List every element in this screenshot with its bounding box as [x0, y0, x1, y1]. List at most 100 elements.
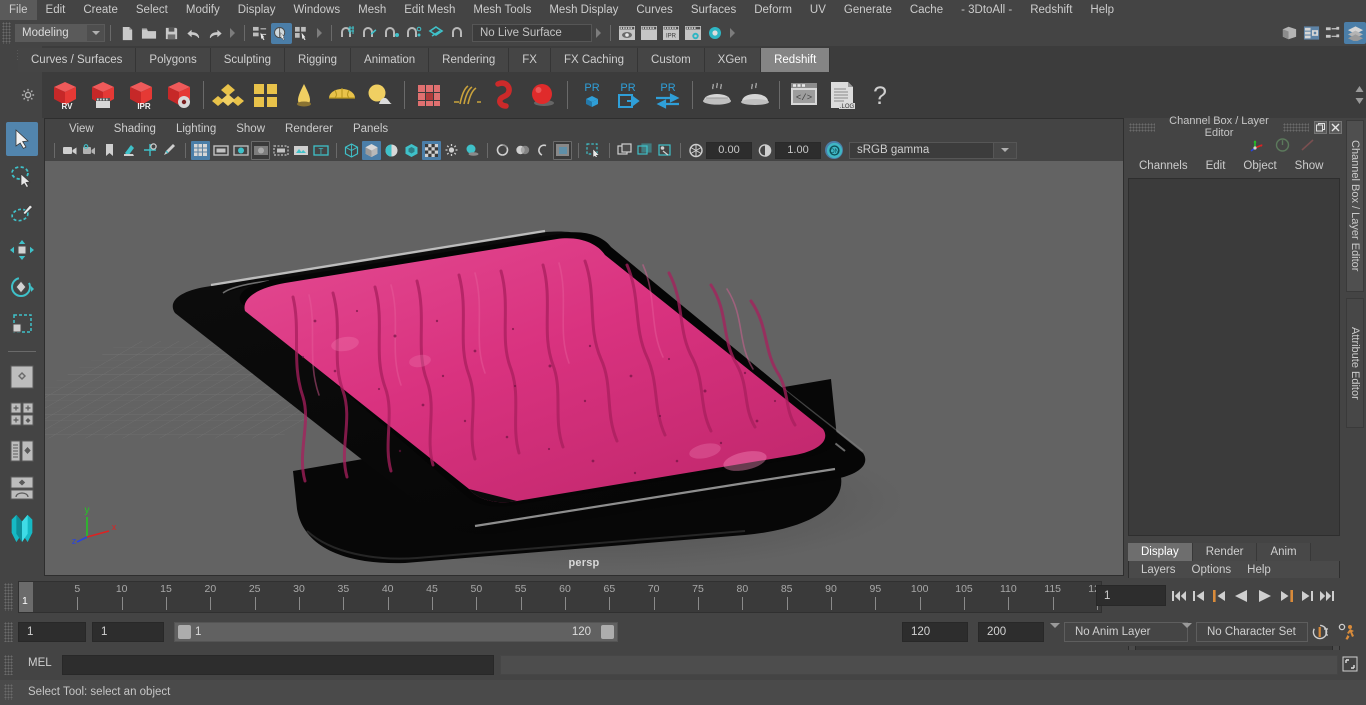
- undo-icon[interactable]: [182, 22, 204, 44]
- step-forward-frame-icon[interactable]: [1278, 584, 1296, 608]
- four-view-layout[interactable]: [6, 397, 38, 431]
- layer-menu-help[interactable]: Help: [1239, 564, 1279, 576]
- isolate-select-icon[interactable]: [584, 141, 603, 160]
- status-line-grip[interactable]: [2, 22, 11, 44]
- grid-toggle-icon[interactable]: [191, 140, 210, 160]
- menu-item-deform[interactable]: Deform: [745, 0, 801, 20]
- gate-mask-icon[interactable]: [251, 140, 270, 160]
- bookmark-icon[interactable]: [100, 141, 119, 160]
- xray-active-components-icon[interactable]: [655, 141, 674, 160]
- xray-joints-icon[interactable]: [635, 141, 654, 160]
- grease-pencil-icon[interactable]: [160, 141, 179, 160]
- shelf-tab-rigging[interactable]: Rigging: [285, 48, 352, 72]
- hypershade-icon[interactable]: [704, 22, 726, 44]
- render-current-frame-icon[interactable]: [638, 22, 660, 44]
- snap-to-projected-center-icon[interactable]: [403, 22, 425, 44]
- shelf-tab-curves-surfaces[interactable]: Curves / Surfaces: [18, 48, 137, 72]
- scale-tool[interactable]: [6, 307, 38, 341]
- exposure-icon[interactable]: [686, 141, 705, 160]
- perspective-viewport[interactable]: y x z persp: [45, 161, 1123, 575]
- layer-tab-render[interactable]: Render: [1192, 543, 1258, 561]
- redshift-script-icon[interactable]: </>: [785, 74, 823, 116]
- select-by-object-icon[interactable]: [271, 22, 292, 44]
- gamma-field[interactable]: 1.00: [775, 141, 821, 159]
- menu-item-curves[interactable]: Curves: [627, 0, 681, 20]
- expand-script-editor-icon[interactable]: [1342, 656, 1360, 674]
- go-to-end-icon[interactable]: [1318, 584, 1336, 608]
- status-group-collapse-icon-3[interactable]: [596, 28, 601, 38]
- redshift-ipr-icon[interactable]: IPR: [122, 74, 160, 116]
- film-gate-icon[interactable]: [211, 141, 230, 160]
- redshift-volume-icon[interactable]: [486, 74, 524, 116]
- status-group-collapse-icon-2[interactable]: [317, 28, 322, 38]
- shelf-scroll-arrows[interactable]: [1352, 72, 1366, 118]
- menu-item-display[interactable]: Display: [229, 0, 285, 20]
- film-origin-icon[interactable]: [271, 141, 290, 160]
- command-line-grip[interactable]: [4, 655, 13, 675]
- color-management-chevron-down-icon[interactable]: [994, 141, 1017, 159]
- step-back-frame-icon[interactable]: [1210, 584, 1228, 608]
- current-frame-field[interactable]: 1: [1096, 585, 1166, 606]
- time-slider-grip[interactable]: [4, 583, 13, 611]
- channel-box-menu-show[interactable]: Show: [1286, 160, 1333, 172]
- redshift-render-view-icon[interactable]: RV: [46, 74, 84, 116]
- select-tool[interactable]: [6, 122, 38, 156]
- xray-icon[interactable]: [615, 141, 634, 160]
- time-slider-track[interactable]: 1 5 10 15 20 25 30 35 40 45 50 55 60 65 70 75 80 85 90 95 1…: [18, 581, 1106, 613]
- redshift-hair-icon[interactable]: [448, 74, 486, 116]
- redshift-proxy-icon[interactable]: [410, 74, 448, 116]
- shelf-tab-fx[interactable]: FX: [509, 48, 551, 72]
- snap-to-curve-icon[interactable]: [359, 22, 381, 44]
- viewport-menu-renderer[interactable]: Renderer: [275, 123, 343, 135]
- redshift-bake-icon[interactable]: [698, 74, 736, 116]
- make-live-icon[interactable]: [447, 22, 469, 44]
- viewport-menu-shading[interactable]: Shading: [104, 123, 166, 135]
- show-outliner-icon[interactable]: [1344, 22, 1366, 44]
- range-bar[interactable]: 1 120: [174, 622, 618, 642]
- two-d-pan-zoom-icon[interactable]: [140, 141, 159, 160]
- dock-grip[interactable]: [1129, 122, 1155, 132]
- resolution-gate-icon[interactable]: [231, 141, 250, 160]
- redshift-pr-object-icon[interactable]: PR: [573, 74, 611, 116]
- snap-to-view-plane-icon[interactable]: [425, 22, 447, 44]
- menu-item-file[interactable]: File: [0, 0, 37, 20]
- snap-to-grid-icon[interactable]: [337, 22, 359, 44]
- outliner-persp-layout[interactable]: [6, 434, 38, 468]
- shelf-options-gear-icon[interactable]: [21, 88, 35, 105]
- redshift-pr-export-icon[interactable]: PR: [611, 74, 649, 116]
- ipr-render-icon[interactable]: IPR: [660, 22, 682, 44]
- animation-end-time-field[interactable]: 200: [978, 622, 1044, 642]
- camera-attributes-icon[interactable]: [80, 141, 99, 160]
- redshift-log-icon[interactable]: .LOG: [823, 74, 861, 116]
- manipulator-axis-icon[interactable]: [1248, 137, 1266, 156]
- range-slider-grip[interactable]: [4, 622, 13, 642]
- multisample-icon[interactable]: [533, 141, 552, 160]
- menu-item-create[interactable]: Create: [74, 0, 127, 20]
- menu-item-redshift[interactable]: Redshift: [1021, 0, 1081, 20]
- layer-menu-layers[interactable]: Layers: [1133, 564, 1184, 576]
- channel-box-menu-edit[interactable]: Edit: [1197, 160, 1235, 172]
- motion-blur-icon[interactable]: [513, 141, 532, 160]
- redshift-light-dome-icon[interactable]: [285, 74, 323, 116]
- character-set-selector[interactable]: No Character Set: [1196, 622, 1308, 642]
- redshift-pr-transfer-icon[interactable]: PR: [649, 74, 687, 116]
- show-attribute-editor-icon[interactable]: [1278, 22, 1300, 44]
- open-scene-icon[interactable]: [138, 22, 160, 44]
- gamma-icon[interactable]: [755, 141, 774, 160]
- command-language-label[interactable]: MEL: [28, 657, 52, 669]
- menu-item-generate[interactable]: Generate: [835, 0, 901, 20]
- shelf-tab-fx-caching[interactable]: FX Caching: [550, 48, 639, 72]
- redshift-bakeset-icon[interactable]: [736, 74, 774, 116]
- smooth-shade-icon[interactable]: [362, 140, 381, 160]
- channel-box-menu-object[interactable]: Object: [1234, 160, 1285, 172]
- channel-box-menu-channels[interactable]: Channels: [1130, 160, 1197, 172]
- single-perspective-view-layout[interactable]: [6, 360, 38, 394]
- play-forwards-icon[interactable]: [1254, 584, 1276, 608]
- save-scene-icon[interactable]: [160, 22, 182, 44]
- safe-action-icon[interactable]: [291, 141, 310, 160]
- menu-item-surfaces[interactable]: Surfaces: [682, 0, 745, 20]
- channel-box-content[interactable]: [1128, 178, 1340, 536]
- menu-item-3dtoall[interactable]: - 3DtoAll -: [952, 0, 1021, 20]
- close-icon[interactable]: [1329, 120, 1342, 134]
- screen-space-ao-icon[interactable]: [493, 141, 512, 160]
